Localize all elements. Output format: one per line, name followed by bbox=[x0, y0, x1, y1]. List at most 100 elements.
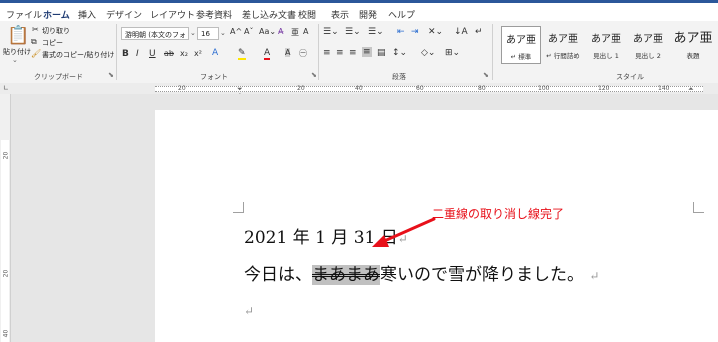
subscript-icon[interactable]: x₂ bbox=[180, 49, 188, 58]
margin-corner-mark bbox=[693, 202, 704, 213]
tab-view[interactable]: 表示 bbox=[331, 8, 349, 21]
style-name: 見出し 2 bbox=[635, 52, 661, 60]
tab-selector-icon[interactable]: ∟ bbox=[3, 84, 9, 92]
ruler-number: 80 bbox=[478, 85, 486, 92]
paragraph-group-label: 段落 bbox=[392, 73, 406, 81]
document-line-empty[interactable]: ↵ bbox=[244, 300, 254, 320]
tab-insert[interactable]: 挿入 bbox=[78, 8, 96, 21]
strikethrough-icon[interactable]: ab bbox=[164, 49, 174, 58]
style-name: ↵ 行間詰め bbox=[546, 52, 580, 60]
tab-design[interactable]: デザイン bbox=[106, 8, 142, 21]
paste-icon[interactable]: 📋 bbox=[7, 25, 29, 46]
italic-icon[interactable]: I bbox=[136, 49, 139, 59]
numbering-icon[interactable]: ☰⌄ bbox=[345, 27, 361, 37]
ruler-number: 60 bbox=[416, 85, 424, 92]
multilevel-list-icon[interactable]: ☰⌄ bbox=[368, 27, 384, 37]
clipboard-launcher-icon[interactable]: ⬊ bbox=[108, 71, 114, 79]
phonetic-guide-icon[interactable]: 亜 bbox=[291, 27, 299, 38]
character-border-icon[interactable]: A bbox=[303, 27, 308, 36]
font-color-icon[interactable]: A bbox=[264, 48, 271, 60]
paste-dropdown-icon[interactable]: ⌄ bbox=[12, 56, 18, 64]
clipboard-group-label: クリップボード bbox=[34, 73, 83, 81]
tab-references[interactable]: 参考資料 bbox=[196, 8, 232, 21]
right-indent-marker[interactable]: ⏶ bbox=[688, 85, 694, 94]
group-divider bbox=[116, 24, 117, 80]
align-center-icon[interactable]: ≡ bbox=[336, 48, 344, 58]
ribbon-tab-bar: ファイル ホーム 挿入 デザイン レイアウト 参考資料 差し込み文書 校閲 表示… bbox=[0, 3, 718, 23]
style-name: ↵ 標準 bbox=[510, 53, 532, 61]
tab-review[interactable]: 校閲 bbox=[298, 8, 316, 21]
text-effects-icon[interactable]: A bbox=[212, 48, 218, 58]
distributed-icon[interactable]: ▤ bbox=[377, 48, 386, 58]
align-right-icon[interactable]: ≡ bbox=[349, 48, 357, 58]
format-painter-icon[interactable]: 🖌 bbox=[31, 49, 41, 58]
ruler-number: 20 bbox=[297, 85, 305, 92]
borders-icon[interactable]: ⊞⌄ bbox=[445, 48, 460, 58]
grow-font-icon[interactable]: A^ bbox=[230, 27, 242, 36]
copy-icon[interactable]: ⧉ bbox=[31, 37, 37, 47]
character-shading-icon[interactable]: A bbox=[285, 48, 291, 57]
style-title[interactable]: あア亜 表題 bbox=[671, 26, 715, 64]
style-name: 表題 bbox=[686, 52, 700, 60]
font-size-box[interactable]: 16 bbox=[197, 27, 219, 40]
bullets-icon[interactable]: ☰⌄ bbox=[323, 27, 339, 37]
show-marks-icon[interactable]: ↵ bbox=[475, 27, 483, 37]
style-name: 見出し 1 bbox=[593, 52, 619, 60]
ruler-number: 40 bbox=[2, 329, 10, 338]
body-text-before: 今日は、 bbox=[244, 265, 312, 285]
underline-icon[interactable]: U bbox=[149, 49, 156, 59]
style-preview: あア亜 bbox=[548, 34, 578, 45]
ruler-number: 100 bbox=[538, 85, 550, 92]
group-divider bbox=[492, 24, 493, 80]
tab-help[interactable]: ヘルプ bbox=[388, 8, 415, 21]
style-preview: あア亜 bbox=[633, 34, 663, 45]
style-no-spacing[interactable]: あア亜 ↵ 行間詰め bbox=[543, 26, 583, 64]
enclose-characters-icon[interactable]: ㊀ bbox=[299, 48, 307, 59]
font-size-dropdown-icon[interactable]: ⌄ bbox=[220, 29, 226, 37]
align-left-icon[interactable]: ≡ bbox=[323, 48, 331, 58]
paragraph-launcher-icon[interactable]: ⬊ bbox=[483, 71, 489, 79]
shading-icon[interactable]: ◇⌄ bbox=[421, 48, 435, 58]
font-name-dropdown-icon[interactable]: ⌄ bbox=[190, 29, 196, 37]
bold-icon[interactable]: B bbox=[122, 49, 129, 59]
style-heading-2[interactable]: あア亜 見出し 2 bbox=[628, 26, 668, 64]
shrink-font-icon[interactable]: Aˇ bbox=[244, 27, 253, 36]
paragraph-mark: ↵ bbox=[589, 269, 600, 283]
body-text-after: 寒いので雪が降りました。 bbox=[380, 265, 584, 285]
format-painter-button[interactable]: 書式のコピー/貼り付け bbox=[42, 50, 114, 60]
change-case-icon[interactable]: Aa⌄ bbox=[259, 27, 276, 36]
styles-group-label: スタイル bbox=[616, 73, 644, 81]
tab-file[interactable]: ファイル bbox=[6, 8, 42, 21]
tab-mailings[interactable]: 差し込み文書 bbox=[242, 8, 296, 21]
ruler-number: 120 bbox=[598, 85, 610, 92]
style-normal[interactable]: あア亜 ↵ 標準 bbox=[501, 26, 541, 64]
justify-icon[interactable]: ≡ bbox=[362, 47, 372, 57]
increase-indent-icon[interactable]: ⇥ bbox=[411, 27, 419, 37]
font-group-label: フォント bbox=[200, 73, 228, 81]
annotation-label: 二重線の取り消し線完了 bbox=[432, 207, 565, 221]
ruler-number: 140 bbox=[658, 85, 670, 92]
clear-formatting-icon[interactable]: A̶ bbox=[278, 27, 283, 36]
style-heading-1[interactable]: あア亜 見出し 1 bbox=[586, 26, 626, 64]
line-spacing-icon[interactable]: ↕⌄ bbox=[392, 48, 407, 58]
superscript-icon[interactable]: x² bbox=[194, 49, 202, 58]
tab-home[interactable]: ホーム bbox=[43, 8, 70, 21]
highlight-icon[interactable]: ✎ bbox=[238, 48, 246, 60]
sort-icon[interactable]: ↓A bbox=[454, 27, 468, 37]
font-name-box[interactable]: 游明朝 (本文のフォ bbox=[121, 27, 189, 40]
tab-layout[interactable]: レイアウト bbox=[150, 8, 195, 21]
font-launcher-icon[interactable]: ⬊ bbox=[311, 71, 317, 79]
struck-selected-text[interactable]: まあまあ bbox=[312, 265, 380, 285]
style-preview: あア亜 bbox=[673, 31, 713, 46]
scissors-icon[interactable]: ✂ bbox=[32, 25, 39, 34]
asian-layout-icon[interactable]: ✕⌄ bbox=[428, 27, 443, 37]
copy-button[interactable]: コピー bbox=[42, 38, 63, 48]
document-line-body[interactable]: 今日は、まあまあ寒いので雪が降りました。 ↵ bbox=[244, 260, 599, 285]
tab-developer[interactable]: 開発 bbox=[359, 8, 377, 21]
decrease-indent-icon[interactable]: ⇤ bbox=[397, 27, 405, 37]
ribbon: 📋 貼り付け ⌄ ✂ 切り取り ⧉ コピー 🖌 書式のコピー/貼り付け クリップ… bbox=[0, 21, 718, 84]
cut-button[interactable]: 切り取り bbox=[42, 26, 70, 36]
ruler-number: 20 bbox=[178, 85, 186, 92]
ruler-number: 40 bbox=[355, 85, 363, 92]
paragraph-mark: ↵ bbox=[244, 304, 255, 318]
